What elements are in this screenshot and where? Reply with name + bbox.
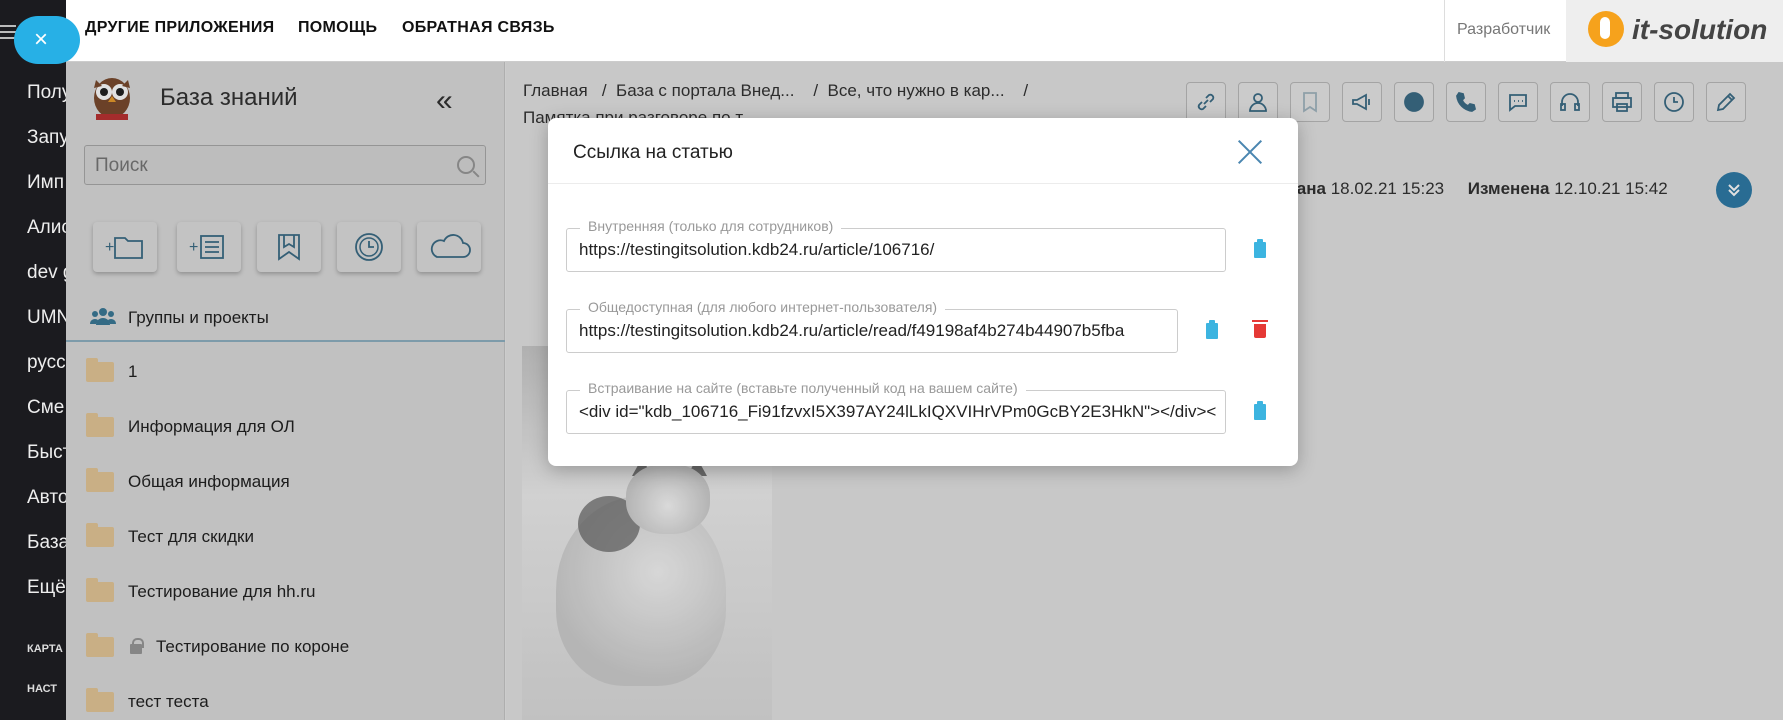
company-logo[interactable]: it-solution <box>1566 0 1783 62</box>
public-link-field: Общедоступная (для любого интернет-польз… <box>566 299 1178 353</box>
close-panel-button[interactable]: × <box>14 16 80 64</box>
launcher-item[interactable]: Алис <box>27 217 66 239</box>
internal-link-label: Внутренняя (только для сотрудников) <box>580 218 842 234</box>
embed-code-input[interactable]: <div id="kdb_106716_Fi91fzvxI5X397AY24lL… <box>566 390 1226 434</box>
embed-code-field: Встраивание на сайте (вставьте полученны… <box>566 380 1226 434</box>
launcher-item[interactable]: База <box>27 532 66 554</box>
article-link-modal: Ссылка на статью Внутренняя (только для … <box>548 118 1298 466</box>
app-launcher-strip: Полу Запу Имп Алис dev g UMN русс Сме Бы… <box>0 0 66 720</box>
launcher-item[interactable]: Запу <box>27 127 66 149</box>
logo-icon <box>1588 11 1624 47</box>
public-link-input[interactable]: https://testingitsolution.kdb24.ru/artic… <box>566 309 1178 353</box>
copy-clipboard-icon[interactable] <box>1254 401 1266 420</box>
nav-help[interactable]: ПОМОЩЬ <box>298 19 377 37</box>
launcher-item[interactable]: Быст <box>27 442 66 464</box>
logo-text: it-solution <box>1632 14 1768 45</box>
launcher-item[interactable]: Полу <box>27 82 66 104</box>
public-link-label: Общедоступная (для любого интернет-польз… <box>580 299 946 315</box>
trash-icon[interactable] <box>1252 320 1268 338</box>
top-bar: ДРУГИЕ ПРИЛОЖЕНИЯ ПОМОЩЬ ОБРАТНАЯ СВЯЗЬ … <box>66 0 1783 62</box>
embed-code-label: Встраивание на сайте (вставьте полученны… <box>580 380 1026 396</box>
copy-clipboard-icon[interactable] <box>1254 239 1266 258</box>
launcher-section-label: КАРТА <box>27 643 63 655</box>
internal-link-input[interactable]: https://testingitsolution.kdb24.ru/artic… <box>566 228 1226 272</box>
launcher-item[interactable]: dev g <box>27 262 66 284</box>
launcher-item[interactable]: русс <box>27 352 66 374</box>
close-icon[interactable] <box>1236 140 1262 166</box>
nav-other-apps[interactable]: ДРУГИЕ ПРИЛОЖЕНИЯ <box>85 19 274 37</box>
launcher-item[interactable]: UMN <box>27 307 66 329</box>
launcher-item[interactable]: Сме <box>27 397 64 419</box>
launcher-item[interactable]: Ещё <box>27 577 66 599</box>
internal-link-field: Внутренняя (только для сотрудников) http… <box>566 218 1226 272</box>
developer-link[interactable]: Разработчик <box>1444 0 1562 62</box>
nav-feedback[interactable]: ОБРАТНАЯ СВЯЗЬ <box>402 19 555 37</box>
launcher-item[interactable]: Авто <box>27 487 66 509</box>
launcher-item[interactable]: Имп <box>27 172 64 194</box>
modal-header: Ссылка на статью <box>548 118 1298 184</box>
launcher-section-label: НАСТ <box>27 683 58 695</box>
copy-clipboard-icon[interactable] <box>1206 320 1218 339</box>
modal-title: Ссылка на статью <box>573 142 733 163</box>
